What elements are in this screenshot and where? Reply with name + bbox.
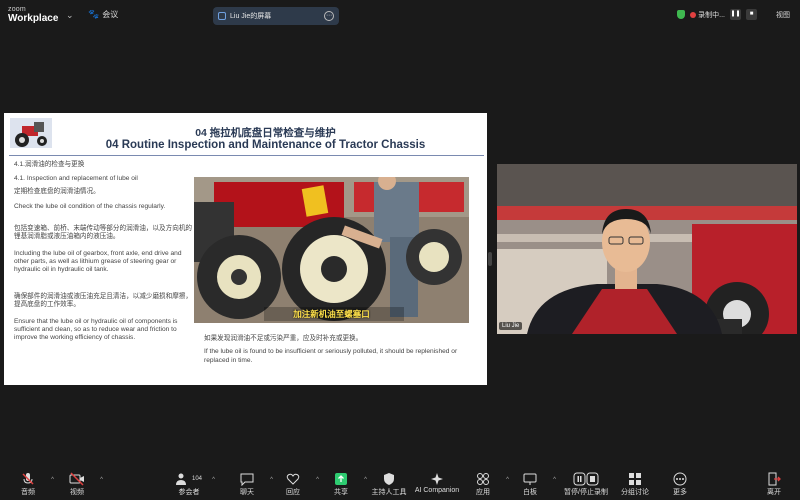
chat-label: 聊天: [240, 489, 254, 496]
participants-label: 参会者: [178, 489, 200, 496]
view-button[interactable]: 视图: [776, 10, 790, 20]
more-button[interactable]: 更多: [658, 471, 702, 497]
whiteboard-icon: [508, 471, 552, 487]
participant-video-tile[interactable]: [497, 164, 797, 334]
apps-button[interactable]: 应用 ^: [461, 471, 509, 497]
video-feed: [497, 164, 797, 334]
leave-icon: [752, 471, 796, 487]
caption-cn: 如果发现润滑油不足或污染严重，应及时补充或更换。: [204, 335, 363, 342]
reactions-label: 回应: [286, 489, 300, 496]
ai-companion-label: AI Companion: [414, 487, 460, 494]
recording-dot-icon: [690, 11, 697, 18]
paragraph-cn-2: 包括变速箱、前桥、末端传动等部分的润滑油，以及方向机的锂基润滑脂或液压油箱内的液…: [14, 225, 193, 241]
meeting-toolbar: 音频 ^ 视频 ^ 104 参会者 ^ 聊天 ^ 回应 ^ 共享 ^ 主持人工具…: [0, 468, 800, 500]
more-label: 更多: [673, 489, 687, 496]
paragraph-cn-3: 确保部件的润滑油或液压油充足且清洁，以减少磨损和摩擦，提高底盘的工作效率。: [14, 293, 193, 309]
stop-recording-button[interactable]: ■: [746, 9, 757, 20]
record-icon: [558, 471, 614, 487]
paw-icon: 🐾: [88, 9, 100, 19]
ai-companion-icon: [412, 471, 462, 487]
shared-slide: 04 拖拉机底盘日常检查与维护 04 Routine Inspection an…: [4, 113, 487, 385]
section-heading: 4.1.润滑油的检查与更换: [14, 161, 85, 168]
chevron-down-icon[interactable]: ⌄: [66, 10, 74, 21]
host-tools-button[interactable]: 主持人工具: [364, 471, 414, 497]
share-pill-label: Liu Jie的屏幕: [230, 13, 272, 20]
video-button[interactable]: 视频 ^: [55, 471, 103, 497]
participant-count: 104: [191, 476, 202, 482]
panel-resize-handle[interactable]: [488, 252, 492, 266]
screen-share-pill[interactable]: Liu Jie的屏幕 ⋯: [213, 7, 339, 25]
participants-chevron-icon[interactable]: ^: [212, 477, 215, 483]
heart-icon: [271, 471, 315, 487]
meeting-label: 会议: [102, 10, 119, 19]
host-tools-label: 主持人工具: [371, 489, 407, 496]
breakout-rooms-button[interactable]: 分组讨论: [613, 471, 657, 497]
chat-button[interactable]: 聊天 ^: [225, 471, 273, 497]
apps-label: 应用: [476, 489, 490, 496]
mic-muted-icon: [6, 471, 50, 487]
caption-en: If the lube oil is found to be insuffici…: [204, 348, 458, 364]
paragraph-cn-1: 定期检查底盘的润滑油情况。: [14, 188, 100, 195]
chat-icon: [225, 471, 269, 487]
share-button[interactable]: 共享 ^: [319, 471, 367, 497]
more-options-icon[interactable]: ⋯: [324, 11, 334, 21]
more-icon: [658, 471, 702, 487]
recording-label: 录制中...: [698, 11, 725, 19]
audio-button[interactable]: 音频 ^: [6, 471, 54, 497]
zoom-logo[interactable]: zoom Workplace: [8, 6, 58, 24]
brand-line1: zoom: [8, 6, 26, 13]
slide-title-en: 04 Routine Inspection and Maintenance of…: [105, 139, 426, 151]
ai-companion-button[interactable]: AI Companion: [412, 471, 462, 494]
video-off-icon: [55, 471, 99, 487]
record-label: 暂停/停止录制: [564, 489, 608, 496]
participants-icon: 104: [167, 471, 211, 487]
breakout-icon: [613, 471, 657, 487]
host-tools-icon: [364, 471, 414, 487]
photo-illustration: [194, 177, 469, 323]
video-label: 视频: [70, 489, 84, 496]
shield-icon[interactable]: [677, 10, 686, 19]
leave-button[interactable]: 离开: [752, 471, 796, 497]
leave-label: 离开: [767, 489, 781, 496]
pause-stop-recording-button[interactable]: 暂停/停止录制: [558, 471, 614, 497]
reactions-button[interactable]: 回应 ^: [271, 471, 319, 497]
brand-line2: Workplace: [8, 13, 59, 24]
audio-options-chevron-icon[interactable]: ^: [51, 477, 54, 483]
pause-recording-button[interactable]: ❚❚: [730, 9, 741, 20]
breakout-label: 分组讨论: [621, 489, 649, 496]
whiteboard-label: 白板: [523, 489, 537, 496]
whiteboard-chevron-icon[interactable]: ^: [553, 477, 556, 483]
video-options-chevron-icon[interactable]: ^: [100, 477, 103, 483]
title-divider: [9, 155, 484, 156]
share-icon: [319, 471, 363, 487]
meeting-menu[interactable]: 🐾 会议: [88, 9, 118, 20]
top-bar: zoom Workplace ⌄ 🐾 会议 Liu Jie的屏幕 ⋯ 录制中..…: [0, 0, 800, 32]
screen-icon: [218, 12, 226, 20]
paragraph-en-4: Ensure that the lube oil or hydraulic oi…: [14, 318, 178, 342]
apps-icon: [461, 471, 505, 487]
paragraph-en-3: Including the lube oil of gearbox, front…: [14, 250, 182, 274]
share-label: 共享: [334, 489, 348, 496]
photo-subtitle: 加注新机油至螺塞口: [293, 309, 370, 319]
paragraph-en-1: 4.1. Inspection and replacement of lube …: [14, 175, 138, 182]
paragraph-en-2: Check the lube oil condition of the chas…: [14, 203, 166, 210]
audio-label: 音频: [21, 489, 35, 496]
whiteboard-button[interactable]: 白板 ^: [508, 471, 556, 497]
participants-button[interactable]: 104 参会者 ^: [167, 471, 215, 497]
slide-title-cn: 04 拖拉机底盘日常检查与维护: [195, 127, 336, 139]
recording-indicator: 录制中...: [690, 10, 725, 20]
tractor-maintenance-photo: 加注新机油至螺塞口: [194, 177, 469, 323]
participant-name-tag: Liu Jie: [499, 322, 523, 330]
